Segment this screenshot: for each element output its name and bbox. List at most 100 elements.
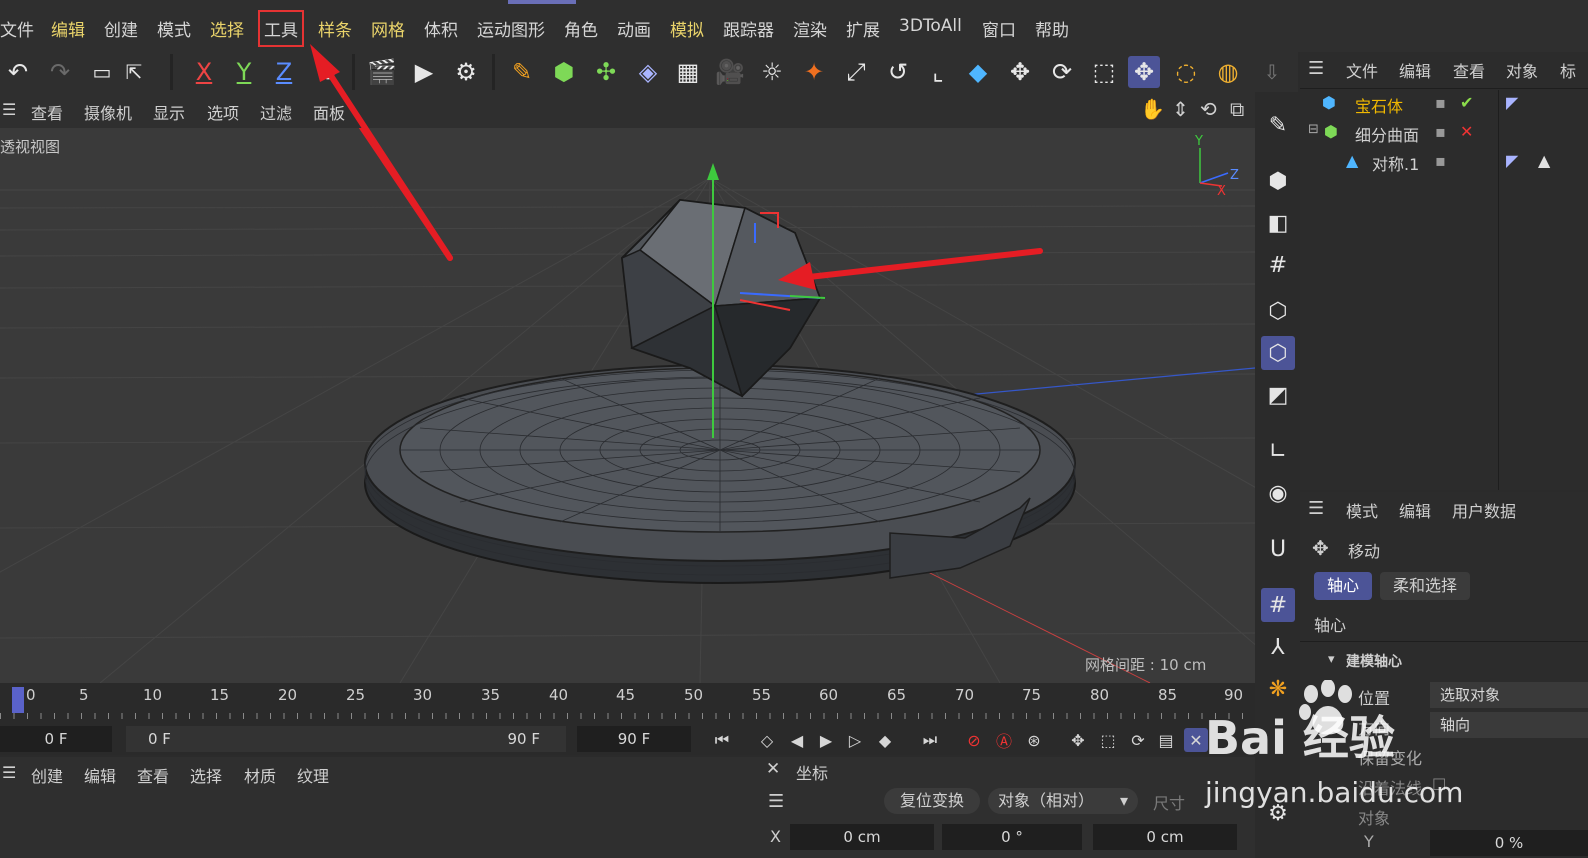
reset-transform-button[interactable]: 复位变换: [884, 788, 980, 814]
menu-mesh[interactable]: 网格: [371, 16, 405, 41]
menu-mograph[interactable]: 运动图形: [477, 16, 545, 41]
menu-create[interactable]: 创建: [104, 16, 138, 41]
object-menu-view[interactable]: 查看: [1453, 58, 1485, 82]
material-menu-texture[interactable]: 纹理: [297, 763, 329, 787]
key-pla-icon[interactable]: ✕: [1184, 728, 1208, 752]
rect-select-icon[interactable]: ◍: [1212, 56, 1244, 88]
object-row-gem[interactable]: ⬢ 宝石体 ▪ ✔ ◤: [1300, 89, 1588, 117]
move-tool-icon[interactable]: ✥: [1004, 56, 1036, 88]
hamburger-icon[interactable]: ☰: [2, 763, 16, 782]
phong-tag-icon[interactable]: ◤: [1506, 151, 1518, 170]
redo-icon[interactable]: ↷: [44, 56, 76, 88]
rotate-tool-icon[interactable]: ⟳: [1046, 56, 1078, 88]
tab-pivot[interactable]: 轴心: [1314, 572, 1372, 600]
undo-icon[interactable]: ↶: [2, 56, 34, 88]
snap-settings-icon[interactable]: ❋: [1261, 672, 1295, 706]
material-menu-view[interactable]: 查看: [137, 763, 169, 787]
move-pivot-icon[interactable]: ✦: [798, 56, 830, 88]
texture-mode-icon[interactable]: ◧: [1261, 206, 1295, 240]
hamburger-icon[interactable]: ☰: [1308, 498, 1324, 519]
model-mode-icon[interactable]: ⬢: [1261, 164, 1295, 198]
menu-tools[interactable]: 工具: [258, 10, 304, 47]
scale-arrow-icon[interactable]: ⤢: [840, 56, 872, 88]
menu-file[interactable]: 文件: [0, 16, 34, 41]
menu-3dtoall[interactable]: 3DToAll: [899, 16, 962, 36]
disabled-x-icon[interactable]: ✕: [1460, 122, 1473, 141]
viewport-menu-display[interactable]: 显示: [153, 100, 185, 124]
axis-z-lock[interactable]: Z: [268, 56, 300, 88]
viewport-menu-camera[interactable]: 摄像机: [84, 100, 132, 124]
menu-volume[interactable]: 体积: [424, 16, 458, 41]
timeline-ruler[interactable]: 0 5 10 15 20 25 30 35 40 45 50 55 60 65 …: [0, 683, 1255, 723]
active-move-icon[interactable]: ✥: [1128, 56, 1160, 88]
y-percent-field[interactable]: 0 %: [1430, 830, 1588, 856]
object-row-subdivision[interactable]: ⊟ ⬢ 细分曲面 ▪ ✕: [1300, 118, 1588, 146]
axis-y-lock[interactable]: Y: [228, 56, 260, 88]
menu-edit[interactable]: 编辑: [51, 16, 85, 41]
scale-tool-icon[interactable]: ⬚: [1088, 56, 1120, 88]
material-menu-create[interactable]: 创建: [31, 763, 63, 787]
x-rotation-field[interactable]: 0 °: [942, 824, 1082, 850]
hand-pan-icon[interactable]: ✋: [1140, 97, 1165, 121]
spline-pen-icon[interactable]: ✎: [506, 56, 538, 88]
prev-key-icon[interactable]: ◇: [755, 728, 779, 752]
key-rotation-icon[interactable]: ⟳: [1126, 728, 1150, 752]
checkbox-icon[interactable]: ☐: [1432, 775, 1446, 794]
workplane-lock-icon[interactable]: #: [1261, 588, 1295, 622]
collapse-icon[interactable]: ⊟: [1308, 122, 1319, 137]
hamburger-icon[interactable]: ☰: [2, 100, 16, 119]
prev-frame-icon[interactable]: ◀: [785, 728, 809, 752]
menu-simulate[interactable]: 模拟: [670, 16, 704, 41]
layer-icon[interactable]: ▪: [1435, 151, 1446, 170]
cube-icon[interactable]: ◆: [962, 56, 994, 88]
attr-menu-userdata[interactable]: 用户数据: [1452, 498, 1516, 522]
hamburger-icon[interactable]: ☰: [1308, 58, 1324, 79]
max-frame-field[interactable]: 90 F: [577, 726, 691, 752]
axis-mode-icon[interactable]: ∟: [1261, 434, 1295, 468]
next-key-icon[interactable]: ◆: [873, 728, 897, 752]
menu-tracker[interactable]: 跟踪器: [723, 16, 774, 41]
selection-tag-icon[interactable]: ▲: [1538, 151, 1550, 170]
object-menu-object[interactable]: 对象: [1506, 58, 1538, 82]
points-mode-icon[interactable]: ⬡: [1261, 294, 1295, 328]
menu-animation[interactable]: 动画: [617, 16, 651, 41]
light-icon[interactable]: ☼: [756, 56, 788, 88]
goto-start-icon[interactable]: ⏮: [710, 728, 734, 752]
material-menu-select[interactable]: 选择: [190, 763, 222, 787]
axis-arrow-icon[interactable]: ⌞: [922, 56, 954, 88]
auto-key-icon[interactable]: Ⓐ: [992, 728, 1016, 752]
menu-window[interactable]: 窗口: [982, 16, 1016, 41]
cloner-icon[interactable]: ✣: [590, 56, 622, 88]
download-icon[interactable]: ⇩: [1256, 56, 1288, 88]
axis-x-lock[interactable]: X: [188, 56, 220, 88]
key-scale-icon[interactable]: ⬚: [1096, 728, 1120, 752]
live-select-icon[interactable]: ◌: [1170, 56, 1202, 88]
material-menu-material[interactable]: 材质: [244, 763, 276, 787]
x-size-field[interactable]: 0 cm: [1093, 824, 1237, 850]
frame-range-slider[interactable]: 0 F 90 F: [126, 726, 566, 752]
coordinate-mode-dropdown[interactable]: 对象（相对） ▾: [988, 788, 1138, 814]
keyframe-settings-icon[interactable]: ⊛: [1022, 728, 1046, 752]
menu-render[interactable]: 渲染: [793, 16, 827, 41]
attr-menu-edit[interactable]: 编辑: [1399, 498, 1431, 522]
rotate-arrow-icon[interactable]: ↺: [882, 56, 914, 88]
layer-icon[interactable]: ▪: [1435, 93, 1446, 112]
object-menu-file[interactable]: 文件: [1346, 58, 1378, 82]
x-position-field[interactable]: 0 cm: [790, 824, 934, 850]
position-dropdown[interactable]: 选取对象: [1430, 682, 1588, 708]
perspective-viewport[interactable]: 透视视图 Y Z X 网格间距 : 10 cm: [0, 128, 1255, 683]
current-frame-field[interactable]: 0 F: [0, 726, 112, 752]
workplane-icon[interactable]: #: [1261, 248, 1295, 282]
grid-field-icon[interactable]: ▦: [672, 56, 704, 88]
hamburger-icon[interactable]: ☰: [768, 791, 784, 812]
next-frame-icon[interactable]: ▷: [843, 728, 867, 752]
orientation-dropdown[interactable]: 轴向: [1430, 712, 1588, 738]
viewport-menu-filter[interactable]: 过滤: [260, 100, 292, 124]
viewport-menu-options[interactable]: 选项: [207, 100, 239, 124]
menu-spline[interactable]: 样条: [318, 16, 352, 41]
orbit-icon[interactable]: ⟲: [1200, 97, 1217, 121]
key-param-icon[interactable]: ▤: [1154, 728, 1178, 752]
tab-soft-selection[interactable]: 柔和选择: [1380, 572, 1470, 600]
enabled-check-icon[interactable]: ✔: [1460, 93, 1473, 112]
record-icon[interactable]: ⊘: [962, 728, 986, 752]
